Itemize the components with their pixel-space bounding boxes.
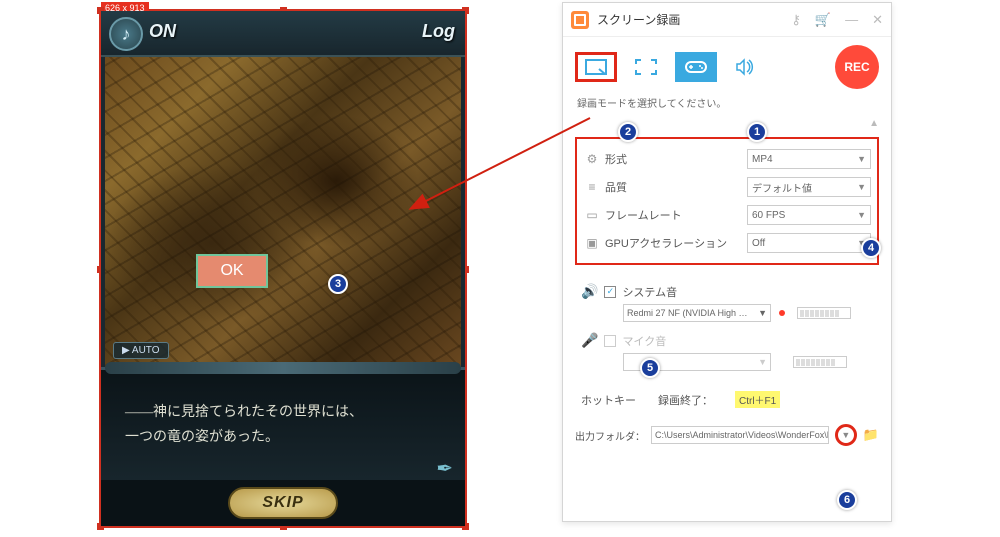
system-device-row: Redmi 27 NF (NVIDIA High … ▼ xyxy=(581,304,873,322)
recorder-window: スクリーン録画 ⚷ 🛒 ― ✕ REC 録画モードを選択してください。 ▲ ⚙ … xyxy=(562,2,892,522)
system-audio-checkbox[interactable]: ✓ xyxy=(604,286,616,298)
format-value: MP4 xyxy=(752,154,773,165)
dialogue-line: 一つの竜の姿があった。 xyxy=(125,425,441,450)
speaker-icon: 🔊 xyxy=(581,283,598,300)
music-note-icon: ♪ xyxy=(122,24,131,45)
hotkey-row: ホットキー 録画終了： Ctrl＋F1 xyxy=(563,377,891,414)
sound-toggle[interactable]: ♪ xyxy=(109,17,143,51)
output-path-field[interactable]: C:\Users\Administrator\Videos\WonderFox\… xyxy=(651,426,829,444)
hotkey-label: ホットキー xyxy=(581,392,636,408)
gpu-select[interactable]: Off ▼ xyxy=(747,233,871,253)
output-row: 出力フォルダ： C:\Users\Administrator\Videos\Wo… xyxy=(563,414,891,450)
game-window: 626 x 913 ♪ ON Log ▶ AUTO ――神に見捨てられたその世界… xyxy=(99,9,467,528)
framerate-select[interactable]: 60 FPS ▼ xyxy=(747,205,871,225)
audio-settings-group: 🔊 ✓ システム音 Redmi 27 NF (NVIDIA High … ▼ 🎤… xyxy=(563,273,891,377)
system-audio-row: 🔊 ✓ システム音 xyxy=(581,283,873,300)
dialogue-line: ――神に見捨てられたその世界には、 xyxy=(125,400,441,425)
log-button[interactable]: Log xyxy=(422,21,455,42)
frames-icon: ▭ xyxy=(583,208,601,222)
game-header: ♪ ON Log xyxy=(101,11,465,57)
folder-icon[interactable]: 📁 xyxy=(863,427,879,443)
system-audio-label: システム音 xyxy=(622,284,677,300)
output-dropdown[interactable]: ▼ xyxy=(835,424,857,446)
chevron-down-icon: ▼ xyxy=(758,308,767,318)
dialogue-text: ――神に見捨てられたその世界には、 一つの竜の姿があった。 xyxy=(125,400,441,450)
mode-hint: 録画モードを選択してください。 xyxy=(563,93,891,118)
setting-row-framerate: ▭ フレームレート 60 FPS ▼ xyxy=(583,201,871,229)
record-dot-icon xyxy=(779,310,785,316)
gamepad-icon xyxy=(684,59,708,75)
key-icon[interactable]: ⚷ xyxy=(791,12,801,28)
feather-icon: ✒ xyxy=(436,456,453,481)
format-select[interactable]: MP4 ▼ xyxy=(747,149,871,169)
format-label: 形式 xyxy=(601,151,747,167)
annotation-dot-1: 1 xyxy=(747,122,767,142)
mic-audio-checkbox[interactable] xyxy=(604,335,616,347)
audio-device-value: Redmi 27 NF (NVIDIA High … xyxy=(627,308,748,318)
mode-audio-button[interactable] xyxy=(725,52,767,82)
annotation-dot-2: 2 xyxy=(618,122,638,142)
region-icon xyxy=(585,59,607,75)
ok-button[interactable]: OK xyxy=(196,254,268,288)
chevron-down-icon: ▼ xyxy=(857,154,866,164)
video-settings-group: ⚙ 形式 MP4 ▼ ≡ 品質 デフォルト値 ▼ ▭ フレームレート 60 FP… xyxy=(575,137,879,265)
fullscreen-icon xyxy=(635,59,657,75)
mic-audio-row: 🎤 マイク音 xyxy=(581,332,873,349)
close-button[interactable]: ✕ xyxy=(872,12,883,28)
chevron-down-icon: ▼ xyxy=(857,210,866,220)
setting-row-quality: ≡ 品質 デフォルト値 ▼ xyxy=(583,173,871,201)
mic-level-meter xyxy=(793,356,847,368)
quality-label: 品質 xyxy=(601,179,747,195)
window-title: スクリーン録画 xyxy=(597,11,791,28)
mode-game-button[interactable] xyxy=(675,52,717,82)
setting-row-format: ⚙ 形式 MP4 ▼ xyxy=(583,145,871,173)
annotation-dot-4: 4 xyxy=(861,238,881,258)
setting-row-gpu: ▣ GPUアクセラレーション Off ▼ xyxy=(583,229,871,257)
annotation-dot-5: 5 xyxy=(640,358,660,378)
gpu-value: Off xyxy=(752,238,765,249)
title-bar: スクリーン録画 ⚷ 🛒 ― ✕ xyxy=(563,3,891,37)
microphone-icon: 🎤 xyxy=(581,332,598,349)
collapse-arrow-icon[interactable]: ▲ xyxy=(563,118,891,129)
mode-region-button[interactable] xyxy=(575,52,617,82)
annotation-dot-6: 6 xyxy=(837,490,857,510)
quality-select[interactable]: デフォルト値 ▼ xyxy=(747,177,871,197)
minimize-button[interactable]: ― xyxy=(845,12,858,28)
output-label: 出力フォルダ： xyxy=(575,428,645,443)
audio-level-meter xyxy=(797,307,851,319)
mode-row: REC xyxy=(563,37,891,93)
sound-state-label: ON xyxy=(149,21,176,42)
audio-device-select[interactable]: Redmi 27 NF (NVIDIA High … ▼ xyxy=(623,304,771,322)
hotkey-value: Ctrl＋F1 xyxy=(735,391,780,408)
gpu-label: GPUアクセラレーション xyxy=(601,235,747,251)
chip-icon: ▣ xyxy=(583,236,601,250)
auto-badge[interactable]: ▶ AUTO xyxy=(113,342,169,359)
framerate-label: フレームレート xyxy=(601,207,747,223)
speaker-icon xyxy=(735,58,757,76)
game-scene-art: ▶ AUTO xyxy=(101,57,465,367)
annotation-dot-3: 3 xyxy=(328,274,348,294)
cart-icon[interactable]: 🛒 xyxy=(815,12,831,28)
mic-device-row: ▼ xyxy=(581,353,873,371)
app-logo-icon xyxy=(571,11,589,29)
sliders-icon: ≡ xyxy=(583,180,601,194)
skip-bar: SKIP xyxy=(101,480,465,526)
hotkey-stop-label: 録画終了： xyxy=(658,392,713,408)
mode-fullscreen-button[interactable] xyxy=(625,52,667,82)
quality-value: デフォルト値 xyxy=(752,180,812,195)
mic-audio-label: マイク音 xyxy=(622,333,666,349)
dialogue-box: ――神に見捨てられたその世界には、 一つの竜の姿があった。 ✒ xyxy=(101,367,465,485)
skip-button[interactable]: SKIP xyxy=(228,487,338,519)
chevron-down-icon: ▼ xyxy=(758,357,767,367)
gear-icon: ⚙ xyxy=(583,152,601,166)
record-button[interactable]: REC xyxy=(835,45,879,89)
framerate-value: 60 FPS xyxy=(752,210,785,221)
chevron-down-icon: ▼ xyxy=(857,182,866,192)
